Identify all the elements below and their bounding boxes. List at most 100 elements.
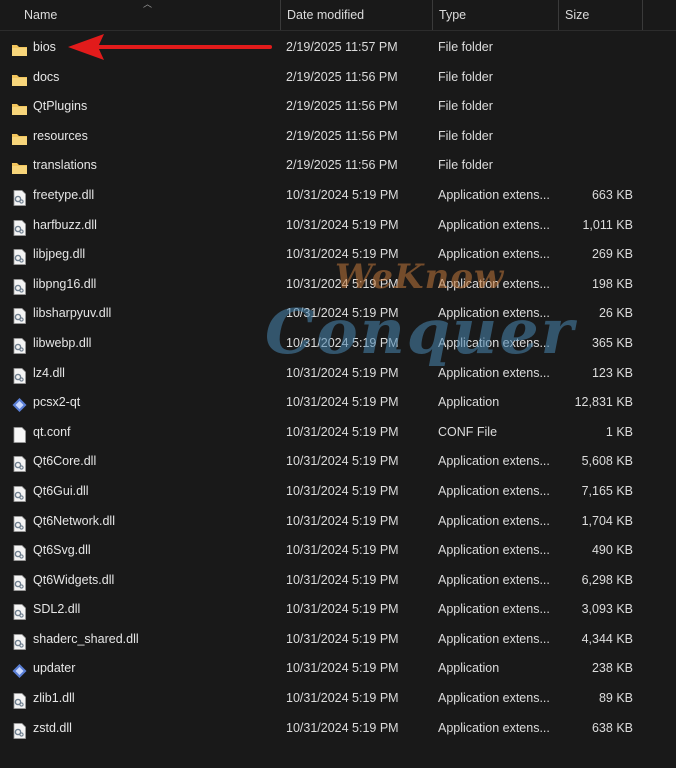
file-date-modified: 10/31/2024 5:19 PM [286,395,399,410]
file-row[interactable]: Qt6Widgets.dll 10/31/2024 5:19 PM Applicat… [0,566,676,596]
file-row[interactable]: bios 2/19/2025 11:57 PM File folder [0,33,676,63]
column-header-spacer [642,0,676,30]
file-name: harfbuzz.dll [33,217,97,232]
file-date-modified: 10/31/2024 5:19 PM [286,661,399,676]
file-row[interactable]: Qt6Svg.dll 10/31/2024 5:19 PM Application … [0,536,676,566]
file-size: 490 KB [591,543,633,558]
folder-icon [11,40,28,56]
file-date-modified: 10/31/2024 5:19 PM [286,513,399,528]
file-row[interactable]: libsharpyuv.dll 10/31/2024 5:19 PM Applica… [0,299,676,329]
file-type: Application extens... [438,276,550,291]
file-date-modified: 10/31/2024 5:19 PM [286,631,399,646]
application-icon [11,395,28,413]
file-row[interactable]: Qt6Core.dll 10/31/2024 5:19 PM Application… [0,447,676,477]
file-name: zlib1.dll [33,691,75,706]
file-list: bios 2/19/2025 11:57 PM File folder docs 2/1… [0,33,676,743]
dll-file-icon [11,277,28,295]
file-type: Application extens... [438,365,550,380]
dll-file-icon [11,247,28,266]
dll-file-icon [11,306,28,325]
file-type: Application extens... [438,335,550,350]
file-date-modified: 2/19/2025 11:56 PM [286,128,398,143]
sort-ascending-icon: ︿ [143,0,153,9]
file-row[interactable]: zlib1.dll 10/31/2024 5:19 PM Application e… [0,684,676,714]
folder-icon [11,129,28,145]
file-name: QtPlugins [33,99,88,114]
file-date-modified: 10/31/2024 5:19 PM [286,247,399,262]
file-size: 663 KB [591,187,633,202]
file-size: 7,165 KB [581,483,633,498]
file-row[interactable]: QtPlugins 2/19/2025 11:56 PM File folder [0,92,676,122]
file-date-modified: 2/19/2025 11:56 PM [286,69,398,84]
file-name: resources [33,128,88,143]
file-name: translations [33,158,97,173]
file-type: Application extens... [438,454,550,469]
file-date-modified: 10/31/2024 5:19 PM [286,483,399,498]
file-name: libwebp.dll [33,335,92,350]
file-row[interactable]: SDL2.dll 10/31/2024 5:19 PM Application ex… [0,595,676,625]
file-row[interactable]: libwebp.dll 10/31/2024 5:19 PM Application… [0,329,676,359]
file-type: Application extens... [438,483,550,498]
file-date-modified: 10/31/2024 5:19 PM [286,424,399,439]
file-size: 4,344 KB [581,631,633,646]
file-type: Application extens... [438,631,550,646]
file-row[interactable]: pcsx2-qt 10/31/2024 5:19 PM Application 12,… [0,388,676,418]
file-row[interactable]: Qt6Network.dll 10/31/2024 5:19 PM Applicat… [0,507,676,537]
file-row[interactable]: Qt6Gui.dll 10/31/2024 5:19 PM Application … [0,477,676,507]
column-header-type[interactable]: Type [432,0,558,30]
file-row[interactable]: shaderc_shared.dll 10/31/2024 5:19 PM Appl… [0,625,676,655]
column-header-date-modified[interactable]: Date modified [280,0,432,30]
file-name: Qt6Gui.dll [33,483,89,498]
file-row[interactable]: libjpeg.dll 10/31/2024 5:19 PM Application… [0,240,676,270]
column-header-size[interactable]: Size [558,0,642,30]
file-name: Qt6Widgets.dll [33,572,115,587]
file-date-modified: 2/19/2025 11:57 PM [286,40,398,54]
file-type: Application extens... [438,602,550,617]
file-row[interactable]: harfbuzz.dll 10/31/2024 5:19 PM Applicatio… [0,211,676,241]
file-date-modified: 10/31/2024 5:19 PM [286,720,399,735]
file-name: lz4.dll [33,365,65,380]
file-type: File folder [438,99,493,114]
file-type: Application extens... [438,247,550,262]
file-type: Application [438,661,500,676]
folder-icon [11,70,28,86]
file-size: 26 KB [598,306,633,321]
file-date-modified: 10/31/2024 5:19 PM [286,276,399,291]
column-header-bar: Name ︿ Date modified Type Size [0,0,676,31]
file-size: 198 KB [591,276,633,291]
file-row[interactable]: resources 2/19/2025 11:56 PM File folder [0,122,676,152]
file-size: 1 KB [605,424,633,439]
file-type: Application [438,395,500,410]
file-type: File folder [438,69,493,84]
file-date-modified: 10/31/2024 5:19 PM [286,217,399,232]
file-row[interactable]: updater 10/31/2024 5:19 PM Application 238 … [0,654,676,684]
dll-file-icon [11,188,28,206]
file-name: SDL2.dll [33,602,81,617]
file-name: zstd.dll [33,720,72,735]
file-size: 638 KB [591,720,633,735]
file-row[interactable]: docs 2/19/2025 11:56 PM File folder [0,63,676,93]
file-date-modified: 10/31/2024 5:19 PM [286,335,399,350]
file-size: 1,011 KB [582,217,633,232]
file-row[interactable]: freetype.dll 10/31/2024 5:19 PM Applicatio… [0,181,676,211]
file-name: Qt6Network.dll [33,513,115,528]
file-type: CONF File [438,424,498,439]
folder-icon [11,158,28,175]
file-row[interactable]: libpng16.dll 10/31/2024 5:19 PM Applicatio… [0,270,676,300]
file-name: qt.conf [33,424,71,439]
file-type: Application extens... [438,720,550,735]
file-row[interactable]: qt.conf 10/31/2024 5:19 PM CONF File 1 KB [0,418,676,448]
file-date-modified: 10/31/2024 5:19 PM [286,187,399,202]
dll-file-icon [11,336,28,354]
file-size: 5,608 KB [581,454,633,469]
file-row[interactable]: translations 2/19/2025 11:56 PM File folde… [0,151,676,181]
file-row[interactable]: zstd.dll 10/31/2024 5:19 PM Application ex… [0,714,676,744]
file-date-modified: 10/31/2024 5:19 PM [286,691,399,706]
file-row[interactable]: lz4.dll 10/31/2024 5:19 PM Application ext… [0,359,676,389]
file-date-modified: 10/31/2024 5:19 PM [286,365,399,380]
file-name: libsharpyuv.dll [33,306,112,321]
file-size: 12,831 KB [574,395,633,410]
file-date-modified: 10/31/2024 5:19 PM [286,454,399,469]
file-size: 269 KB [591,247,633,262]
file-size: 365 KB [591,335,633,350]
